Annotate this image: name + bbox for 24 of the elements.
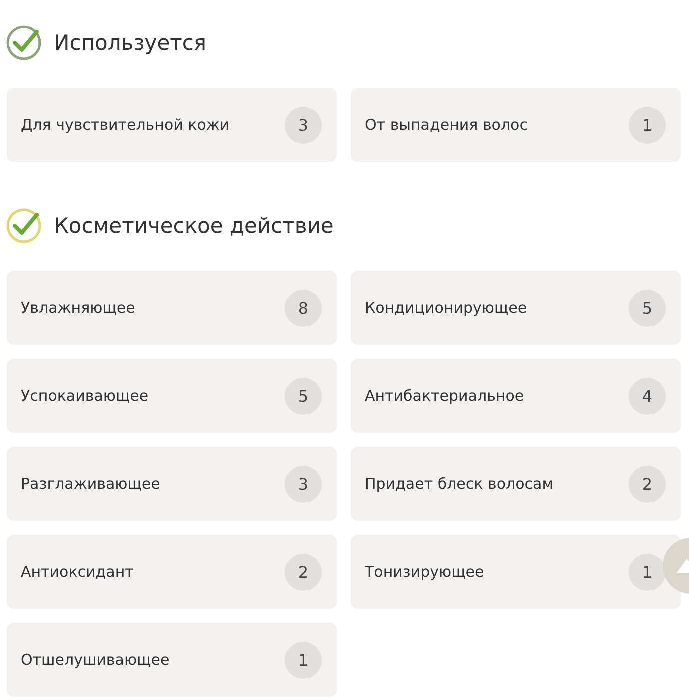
category-item[interactable]: Отшелушивающее 1 <box>7 623 337 697</box>
category-item[interactable]: Придает блеск волосам 2 <box>351 447 681 521</box>
section-title: Используется <box>54 31 207 55</box>
count-badge: 3 <box>285 106 322 144</box>
category-item[interactable]: Тонизирующее 1 <box>351 535 681 609</box>
category-item[interactable]: От выпадения волос 1 <box>351 88 681 162</box>
category-item[interactable]: Разглаживающее 3 <box>7 447 337 521</box>
count-badge: 4 <box>629 378 666 414</box>
count-badge: 8 <box>285 290 322 326</box>
count-badge: 1 <box>629 106 666 144</box>
count-badge: 5 <box>629 290 666 326</box>
category-item[interactable]: Антиоксидант 2 <box>7 535 337 609</box>
section-title: Косметическое действие <box>54 214 334 238</box>
count-badge: 1 <box>285 642 322 678</box>
count-badge: 2 <box>629 466 666 502</box>
category-item[interactable]: Увлажняющее 8 <box>7 271 337 345</box>
category-item[interactable]: Для чувствительной кожи 3 <box>7 88 337 162</box>
count-badge: 3 <box>285 466 322 502</box>
count-badge: 2 <box>285 554 322 590</box>
count-badge: 5 <box>285 378 322 414</box>
category-item[interactable]: Антибактериальное 4 <box>351 359 681 433</box>
count-badge: 1 <box>629 554 666 590</box>
category-item[interactable]: Кондиционирующее 5 <box>351 271 681 345</box>
category-item[interactable]: Успокаивающее 5 <box>7 359 337 433</box>
